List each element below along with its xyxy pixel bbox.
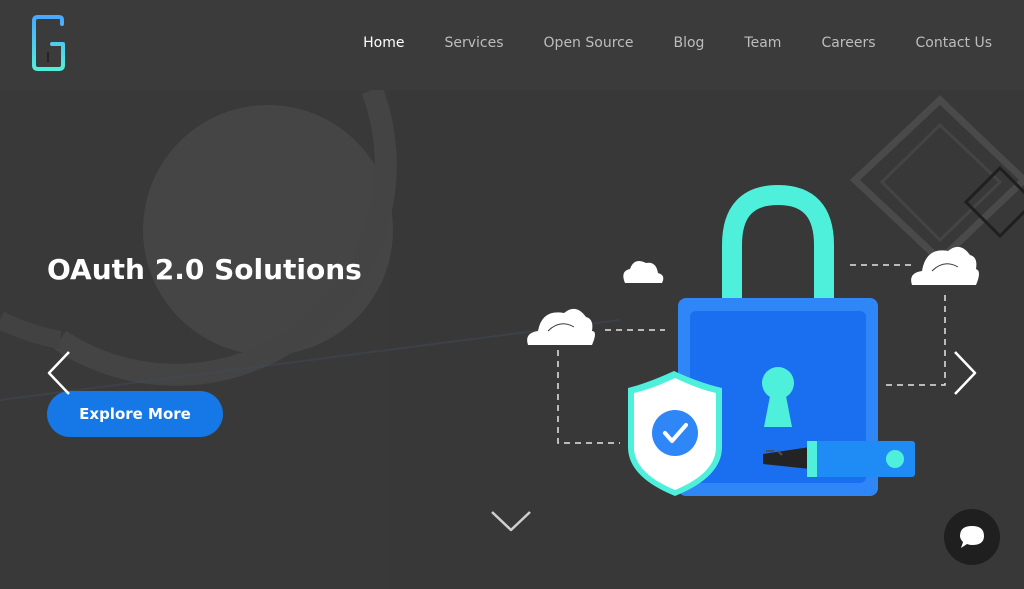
nav-services[interactable]: Services [444, 35, 503, 51]
chat-button[interactable] [944, 509, 1000, 565]
nav-open-source[interactable]: Open Source [544, 35, 634, 51]
nav-home[interactable]: Home [363, 35, 404, 51]
g-logo-icon[interactable] [30, 14, 68, 72]
main-nav: Home Services Open Source Blog Team Care… [323, 35, 992, 51]
chat-bubble-icon [960, 526, 984, 548]
hero-title: OAuth 2.0 Solutions [47, 253, 362, 286]
nav-careers[interactable]: Careers [821, 35, 875, 51]
nav-blog[interactable]: Blog [673, 35, 704, 51]
padlock-security-illustration [527, 185, 979, 496]
page: Home Services Open Source Blog Team Care… [0, 0, 1024, 589]
explore-more-button[interactable]: Explore More [47, 391, 223, 437]
nav-contact-us[interactable]: Contact Us [916, 35, 992, 51]
chevron-down-icon[interactable] [490, 508, 532, 534]
nav-team[interactable]: Team [744, 35, 781, 51]
site-header: Home Services Open Source Blog Team Care… [0, 0, 1024, 90]
chevron-left-icon[interactable] [44, 349, 74, 397]
